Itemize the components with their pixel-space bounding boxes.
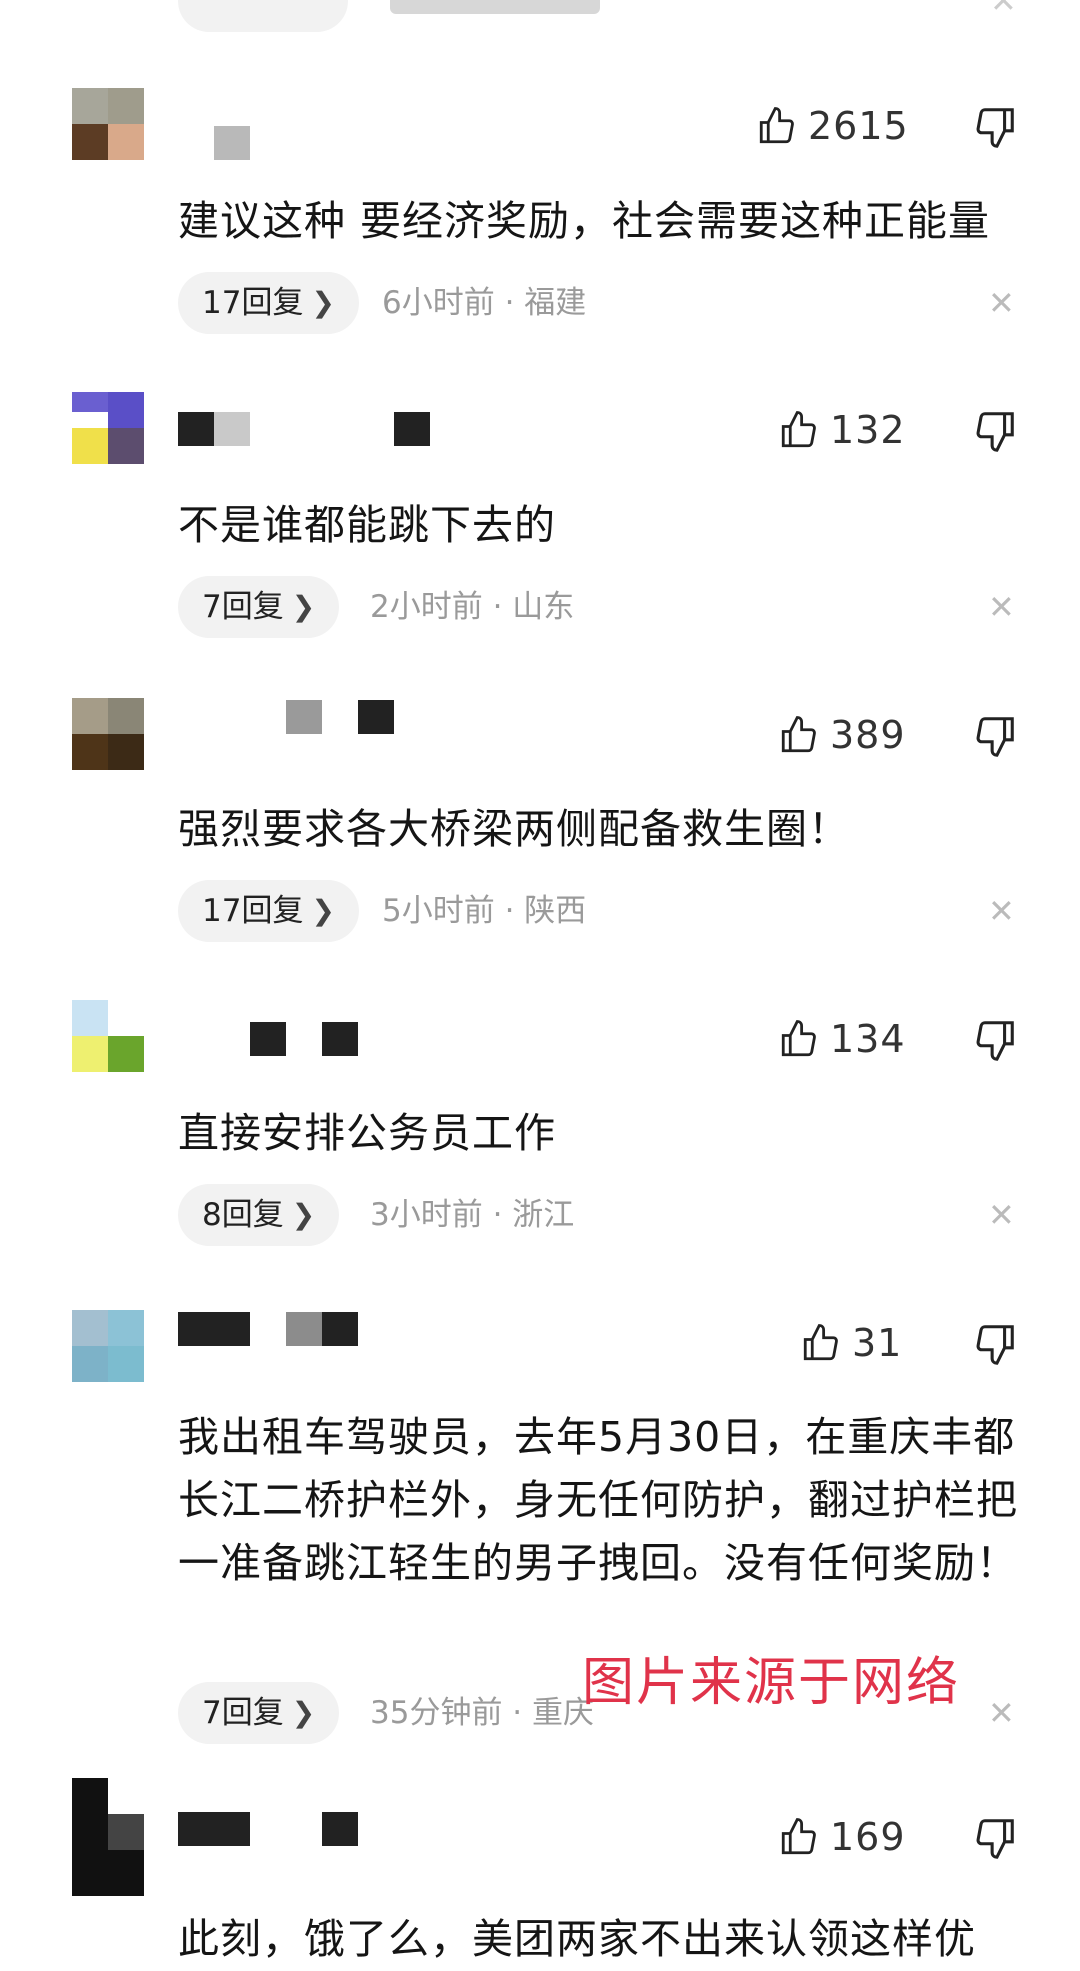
- username-blur: [250, 1022, 286, 1056]
- avatar[interactable]: [72, 1000, 144, 1072]
- like-button[interactable]: 2615: [756, 101, 909, 151]
- thumbs-up-icon: [759, 107, 794, 144]
- username-blur: [322, 1022, 358, 1056]
- thumbs-up-icon: [803, 1324, 838, 1361]
- close-icon[interactable]: ✕: [988, 1682, 1015, 1744]
- chevron-right-icon: ❯: [291, 1696, 316, 1729]
- close-icon[interactable]: ✕: [988, 1184, 1015, 1246]
- thumbs-up-icon: [781, 411, 816, 448]
- like-button[interactable]: 31: [800, 1318, 902, 1368]
- thumbs-down-icon[interactable]: [972, 1815, 1018, 1861]
- like-button[interactable]: 169: [778, 1812, 906, 1862]
- username-blur: [322, 1812, 358, 1846]
- reply-button[interactable]: 7回复 ❯: [178, 576, 340, 638]
- avatar[interactable]: [72, 392, 144, 464]
- watermark-text: 图片来源于网络: [582, 1653, 961, 1713]
- reply-button[interactable]: 8回复 ❯: [178, 1184, 340, 1246]
- previous-meta: [390, 0, 600, 14]
- thumbs-down-icon[interactable]: [972, 408, 1018, 454]
- thumbs-down-icon[interactable]: [972, 713, 1018, 759]
- username-blur: [286, 1312, 322, 1346]
- like-button[interactable]: 134: [778, 1014, 906, 1064]
- username-blur: [322, 1312, 358, 1346]
- comment-meta: 35分钟前 · 重庆: [370, 1695, 595, 1731]
- reply-count: 7回复: [202, 589, 284, 625]
- like-count: 2615: [808, 104, 909, 148]
- like-count: 31: [852, 1321, 903, 1365]
- comment-meta: 2小时前 · 山东: [370, 589, 575, 625]
- reply-count: 17回复: [202, 285, 304, 321]
- chevron-right-icon: ❯: [311, 286, 335, 319]
- thumbs-up-icon: [781, 716, 816, 753]
- comment-meta: 6小时前 · 福建: [382, 285, 587, 321]
- username-blur: [286, 700, 322, 734]
- reply-button[interactable]: 17回复 ❯: [178, 272, 359, 334]
- thumbs-up-icon: [781, 1020, 816, 1057]
- username-blur: [394, 412, 430, 446]
- like-count: 134: [830, 1017, 906, 1061]
- like-count: 132: [830, 408, 906, 452]
- username-blur: [178, 1312, 250, 1346]
- avatar[interactable]: [72, 1310, 144, 1382]
- like-count: 389: [830, 713, 906, 757]
- previous-reply-pill[interactable]: [178, 0, 348, 32]
- comment-text: 此刻，饿了么，美团两家不出来认领这样优: [178, 1915, 976, 1963]
- thumbs-down-icon[interactable]: [972, 104, 1018, 150]
- comment-meta: 3小时前 · 浙江: [370, 1197, 575, 1233]
- avatar[interactable]: [72, 1778, 144, 1896]
- like-count: 169: [830, 1815, 906, 1859]
- comment-text: 直接安排公务员工作: [178, 1109, 556, 1157]
- username-blur: [214, 412, 250, 446]
- comment-text: 我出租车驾驶员，去年5月30日，在重庆丰都长江二桥护栏外，身无任何防护，翻过护栏…: [178, 1413, 1018, 1587]
- username-blur: [178, 412, 214, 446]
- comment-text: 建议这种 要经济奖励，社会需要这种正能量: [178, 197, 991, 245]
- close-icon[interactable]: ✕: [988, 880, 1015, 942]
- reply-button[interactable]: 7回复 ❯: [178, 1682, 340, 1744]
- chevron-right-icon: ❯: [311, 894, 335, 927]
- avatar[interactable]: [72, 88, 144, 160]
- username-blur: [214, 126, 250, 160]
- reply-count: 17回复: [202, 893, 304, 929]
- like-button[interactable]: 389: [778, 710, 906, 760]
- thumbs-up-icon: [781, 1818, 816, 1855]
- thumbs-down-icon[interactable]: [972, 1017, 1018, 1063]
- chevron-right-icon: ❯: [291, 590, 316, 623]
- username-blur: [178, 1812, 250, 1846]
- close-icon[interactable]: ✕: [988, 576, 1015, 638]
- reply-count: 8回复: [202, 1197, 284, 1233]
- comment-meta: 5小时前 · 陕西: [382, 893, 587, 929]
- close-icon[interactable]: ✕: [988, 272, 1015, 334]
- reply-button[interactable]: 17回复 ❯: [178, 880, 359, 942]
- previous-close-icon[interactable]: ✕: [990, 0, 1017, 20]
- like-button[interactable]: 132: [778, 405, 906, 455]
- comment-text: 不是谁都能跳下去的: [178, 501, 556, 549]
- avatar[interactable]: [72, 698, 144, 770]
- username-blur: [358, 700, 394, 734]
- reply-count: 7回复: [202, 1695, 284, 1731]
- chevron-right-icon: ❯: [291, 1198, 316, 1231]
- thumbs-down-icon[interactable]: [972, 1321, 1018, 1367]
- comment-text: 强烈要求各大桥梁两侧配备救生圈！: [178, 805, 850, 853]
